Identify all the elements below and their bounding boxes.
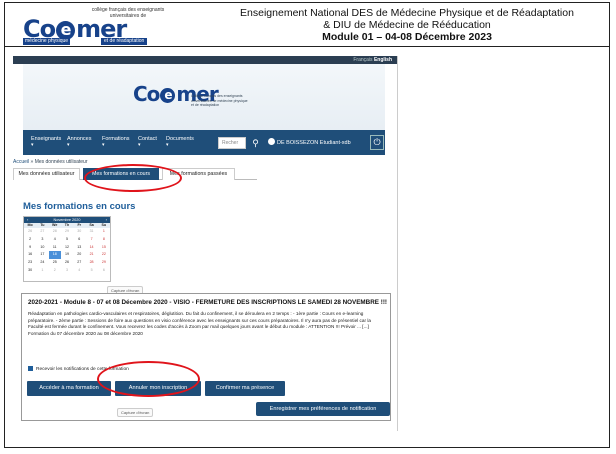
calendar-day[interactable]: 11 xyxy=(49,244,61,252)
caret-icon: ▾ xyxy=(102,142,105,148)
logout-power-icon[interactable]: ⏻ xyxy=(370,135,384,150)
search-icon[interactable]: ⚲ xyxy=(249,137,262,149)
calendar-day[interactable]: 5 xyxy=(85,267,97,275)
user-name: DE BOISSEZON Etudiant-xdb xyxy=(277,140,351,146)
calendar-day[interactable]: 8 xyxy=(98,236,110,244)
calendar-day[interactable]: 12 xyxy=(61,244,73,252)
calendar-day[interactable]: 30 xyxy=(73,228,85,236)
nav-item-enseignants[interactable]: Enseignants ▾ xyxy=(31,136,61,148)
calendar-day[interactable]: 20 xyxy=(73,251,85,259)
main-navbar: Enseignants ▾ Annonces ▾ Formations ▾ Conta… xyxy=(23,130,385,155)
calendar-day[interactable]: 22 xyxy=(98,251,110,259)
calendar-day[interactable]: 10 xyxy=(36,244,48,252)
calendar-day[interactable]: 1 xyxy=(98,228,110,236)
calendar-day[interactable]: 6 xyxy=(73,236,85,244)
user-icon xyxy=(268,138,275,145)
calendar-day[interactable]: 27 xyxy=(36,228,48,236)
calendar-day[interactable]: 24 xyxy=(36,259,48,267)
calendar-day[interactable]: 16 xyxy=(24,251,36,259)
calendar-day[interactable]: 3 xyxy=(61,267,73,275)
breadcrumb-current: Mes données utilisateur xyxy=(34,159,88,165)
calendar-grid: Mo Tu We Th Fr Sa Su 26 27 28 29 30 31 1 2 3 4 5 6 7 8 9 10 11 1… xyxy=(24,223,110,275)
calendar-day[interactable]: 31 xyxy=(85,228,97,236)
nav-item-formations[interactable]: Formations ▾ xyxy=(102,136,130,148)
search-input[interactable]: Recher xyxy=(218,137,246,149)
course-description: Réadaptation en pathologies cardio-vascu… xyxy=(28,311,372,336)
next-month-icon[interactable]: › xyxy=(106,217,107,223)
capture-caption-2: Capture d'écran xyxy=(117,408,154,417)
calendar-day[interactable]: 17 xyxy=(36,251,48,259)
calendar-day[interactable]: 30 xyxy=(24,267,36,275)
calendar-day[interactable]: 26 xyxy=(24,228,36,236)
calendar-day[interactable]: 1 xyxy=(36,267,48,275)
logo-bottom-right: et de réadaptation xyxy=(101,38,148,45)
save-notification-prefs-button[interactable]: Enregistrer mes préférences de notificat… xyxy=(256,402,390,416)
prev-month-icon[interactable]: ‹ xyxy=(27,217,28,223)
embedded-screenshot: Français English Co e mer Collège français… xyxy=(13,56,398,431)
calendar-day[interactable]: 6 xyxy=(98,267,110,275)
calendar-day[interactable]: 14 xyxy=(85,244,97,252)
lang-en-link[interactable]: English xyxy=(374,57,392,63)
calendar-day[interactable]: 28 xyxy=(85,259,97,267)
slide-title-line2: & DIU de Médecine de Rééducation xyxy=(323,19,491,31)
calendar-day[interactable]: 28 xyxy=(49,228,61,236)
caret-icon: ▾ xyxy=(138,142,141,148)
checkbox-checked-icon xyxy=(28,366,33,371)
cofemer-logo: collège français des enseignants univers… xyxy=(23,7,173,45)
calendar-day[interactable]: 19 xyxy=(61,251,73,259)
slide-title-line3: Module 01 – 04-08 Décembre 2023 xyxy=(322,31,492,43)
calendar-day[interactable]: 2 xyxy=(49,267,61,275)
slide-title: Enseignement National DES de Médecine Ph… xyxy=(217,7,597,43)
calendar-day[interactable]: 26 xyxy=(61,259,73,267)
caret-icon: ▾ xyxy=(67,142,70,148)
calendar-day[interactable]: 18 xyxy=(48,251,61,260)
calendar-day[interactable]: 4 xyxy=(73,267,85,275)
user-menu[interactable]: DE BOISSEZON Etudiant-xdb xyxy=(268,137,366,149)
calendar-day[interactable]: 9 xyxy=(24,244,36,252)
calendar-day[interactable]: 5 xyxy=(61,236,73,244)
logo-bottom-left: médecine physique xyxy=(23,38,71,45)
slide-header: collège français des enseignants univers… xyxy=(5,3,609,47)
highlight-circle-tab xyxy=(84,164,182,192)
calendar-month: Novembre 2020 xyxy=(53,218,81,222)
confirm-attendance-button[interactable]: Confirmer ma présence xyxy=(205,381,285,396)
calendar-day[interactable]: 27 xyxy=(73,259,85,267)
calendar-day[interactable]: 15 xyxy=(98,244,110,252)
section-title: Mes formations en cours xyxy=(23,201,136,212)
course-card: 2020-2021 - Module 8 - 07 et 08 Décembre… xyxy=(21,293,391,421)
caret-icon: ▾ xyxy=(31,142,34,148)
calendar-day[interactable]: 7 xyxy=(85,236,97,244)
calendar-header: ‹ Novembre 2020 › xyxy=(24,217,110,223)
calendar-day[interactable]: 2 xyxy=(24,236,36,244)
course-title[interactable]: 2020-2021 - Module 8 - 07 et 08 Décembre… xyxy=(28,299,388,306)
language-bar: Français English xyxy=(13,56,397,64)
nav-item-contact[interactable]: Contact ▾ xyxy=(138,136,157,148)
slide-title-line1: Enseignement National DES de Médecine Ph… xyxy=(240,7,574,19)
calendar-day[interactable]: 25 xyxy=(49,259,61,267)
calendar-day[interactable]: 29 xyxy=(61,228,73,236)
calendar-day[interactable]: 4 xyxy=(49,236,61,244)
calendar-day[interactable]: 29 xyxy=(98,259,110,267)
breadcrumb-home[interactable]: Accueil xyxy=(13,159,29,165)
caret-icon: ▾ xyxy=(166,142,169,148)
banner-tagline: Collège français des enseignants univers… xyxy=(191,94,248,107)
nav-item-annonces[interactable]: Annonces ▾ xyxy=(67,136,91,148)
mini-calendar: ‹ Novembre 2020 › Mo Tu We Th Fr Sa Su 26 27 28 29… xyxy=(23,216,111,282)
calendar-day[interactable]: 21 xyxy=(85,251,97,259)
nav-item-documents[interactable]: Documents ▾ xyxy=(166,136,194,148)
highlight-circle-cancel xyxy=(97,361,200,397)
calendar-day[interactable]: 3 xyxy=(36,236,48,244)
calendar-day[interactable]: 23 xyxy=(24,259,36,267)
tab-mes-donnees[interactable]: Mes données utilisateur xyxy=(13,168,80,180)
calendar-day[interactable]: 13 xyxy=(73,244,85,252)
breadcrumb: Accueil » Mes données utilisateur xyxy=(13,159,88,165)
lang-fr-link[interactable]: Français xyxy=(353,57,372,63)
site-banner: Co e mer Collège français des enseignants … xyxy=(23,64,385,130)
